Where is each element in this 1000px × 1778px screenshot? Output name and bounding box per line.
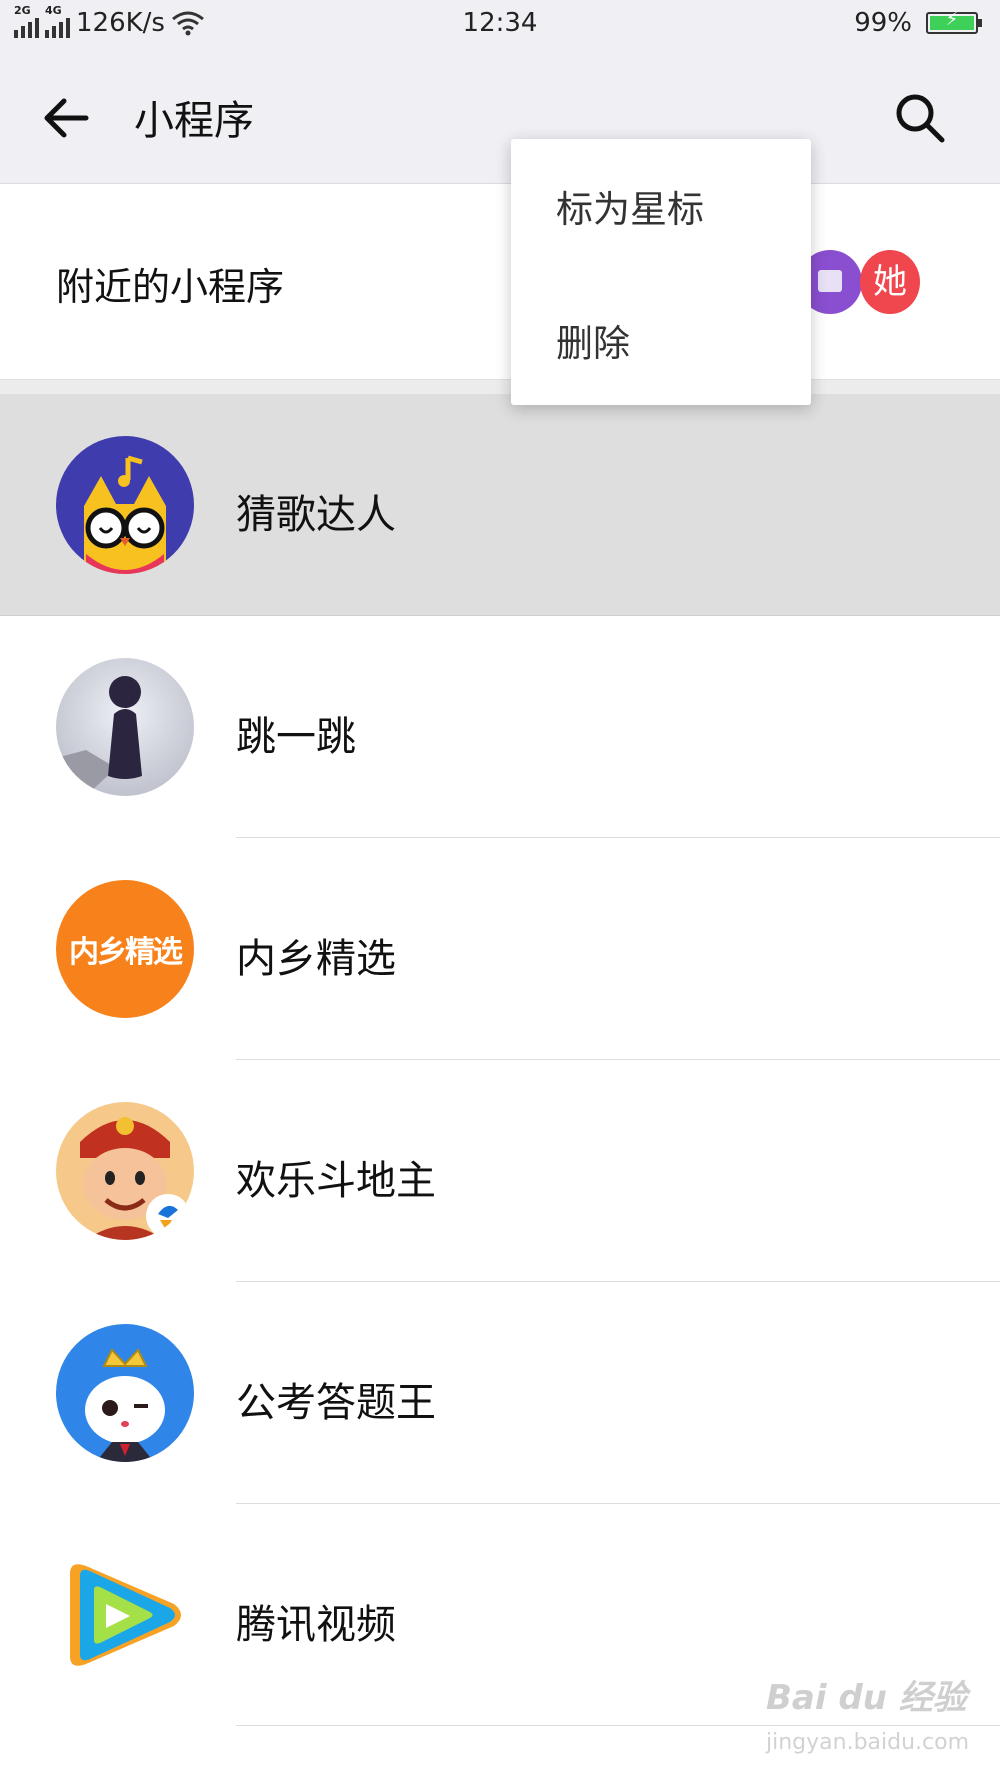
app-name: 内乡精选 (236, 936, 396, 982)
battery-percent: 99% (854, 8, 912, 38)
guess-song-icon (56, 436, 194, 574)
nearby-avatars: 她 (798, 250, 920, 314)
app-header: 小程序 (0, 50, 1000, 184)
nearby-mini-programs[interactable]: 附近的小程序 她 (0, 184, 1000, 380)
neixiang-select-icon: 内乡精选 (56, 880, 194, 1018)
tencent-video-icon (56, 1546, 194, 1684)
context-menu: 标为星标 删除 (511, 139, 811, 405)
arrow-left-icon (44, 98, 89, 138)
landlord-game-icon (56, 1102, 194, 1240)
row-divider (236, 1725, 1000, 1726)
battery-icon: ⚡ (926, 9, 982, 34)
list-item[interactable]: 跳一跳 (0, 616, 1000, 838)
watermark-url: jingyan.baidu.com (766, 1730, 970, 1755)
page-title: 小程序 (134, 98, 254, 144)
app-name: 腾讯视频 (236, 1602, 396, 1648)
icon-text: 内乡精选 (69, 935, 183, 970)
list-item[interactable]: 内乡精选 内乡精选 (0, 838, 1000, 1060)
nearby-label: 附近的小程序 (56, 265, 285, 309)
search-icon (896, 94, 945, 143)
list-item[interactable]: 猜歌达人 (0, 394, 1000, 616)
list-item[interactable]: 欢乐斗地主 (0, 1060, 1000, 1282)
clock: 12:34 (462, 8, 538, 38)
status-bar: 2G 4G 126K/s 12:34 99% ⚡ (0, 0, 1000, 50)
search-button[interactable] (890, 88, 950, 148)
nearby-avatar-she: 她 (860, 250, 920, 314)
app-name: 跳一跳 (236, 714, 356, 760)
app-name: 猜歌达人 (236, 492, 396, 538)
mini-program-list: 猜歌达人 跳一跳 内乡精选 内乡精选 欢乐斗地主 公考答题王 腾讯视频 (0, 394, 1000, 1726)
menu-item-star[interactable]: 标为星标 (556, 179, 704, 233)
watermark-logo: Bai du 经验 (766, 1678, 967, 1718)
jump-game-icon (56, 658, 194, 796)
back-button[interactable] (38, 90, 94, 146)
list-item[interactable]: 公考答题王 (0, 1282, 1000, 1504)
shopping-bag-icon (818, 270, 842, 292)
app-name: 欢乐斗地主 (236, 1158, 436, 1204)
section-divider (0, 380, 1000, 394)
exam-quiz-icon (56, 1324, 194, 1462)
app-name: 公考答题王 (236, 1380, 436, 1426)
menu-item-delete[interactable]: 删除 (556, 313, 630, 367)
